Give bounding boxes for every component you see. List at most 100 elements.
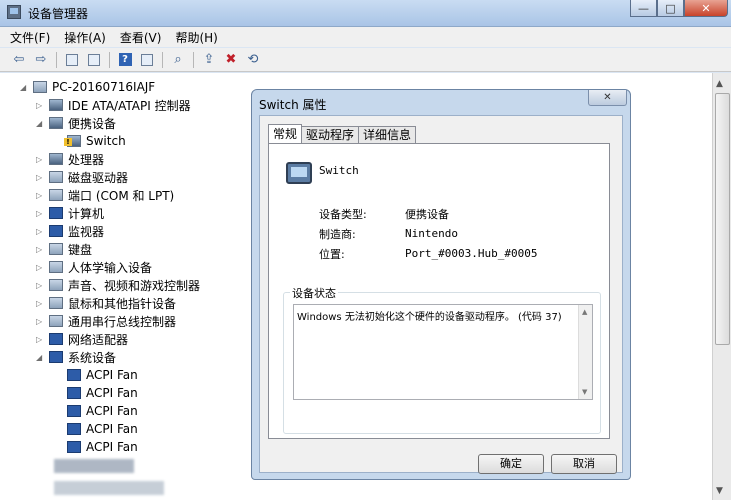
location-label: 位置:: [319, 248, 345, 261]
expand-icon[interactable]: ▷: [36, 173, 45, 182]
port-icon: [49, 189, 63, 201]
maximize-button[interactable]: □: [657, 0, 684, 17]
usb-icon: [49, 315, 63, 327]
uninstall-device-icon[interactable]: ⟲: [244, 52, 262, 68]
system-device-icon: [49, 351, 63, 363]
disk-drive-icon: [49, 171, 63, 183]
window-icon[interactable]: [63, 52, 81, 68]
ok-button[interactable]: 确定: [478, 454, 544, 474]
menu-file[interactable]: 文件(F): [10, 29, 50, 46]
scroll-down-icon[interactable]: ▼: [716, 486, 723, 496]
portable-device-icon: [286, 162, 312, 184]
update-driver-icon[interactable]: ⇪: [200, 52, 218, 68]
expand-icon[interactable]: ▷: [36, 191, 45, 200]
tree-item-acpi-fan[interactable]: ACPI Fan: [54, 438, 138, 456]
expand-icon[interactable]: ▷: [36, 317, 45, 326]
expand-icon[interactable]: ▷: [36, 299, 45, 308]
tree-item-computer[interactable]: ▷ 计算机: [36, 204, 104, 222]
collapse-icon[interactable]: ◢: [36, 119, 45, 128]
tab-general[interactable]: 常规: [268, 124, 303, 143]
hid-icon: [49, 261, 63, 273]
menu-view[interactable]: 查看(V): [120, 29, 162, 46]
expand-icon[interactable]: ▷: [36, 155, 45, 164]
collapse-icon[interactable]: ◢: [20, 83, 29, 92]
system-device-icon: [67, 441, 81, 453]
dialog-close-button[interactable]: ✕: [588, 90, 627, 106]
blurred-item: [54, 459, 134, 473]
forward-arrow-icon[interactable]: ⇨: [32, 52, 50, 68]
status-scrollbar[interactable]: ▲ ▼: [578, 305, 592, 399]
portable-device-icon: [49, 117, 63, 129]
menu-help[interactable]: 帮助(H): [175, 29, 217, 46]
mouse-icon: [49, 297, 63, 309]
system-device-icon: [67, 387, 81, 399]
blurred-item: [54, 481, 164, 495]
tree-item-hid[interactable]: ▷ 人体学输入设备: [36, 258, 152, 276]
tree-item-system[interactable]: ◢ 系统设备: [36, 348, 116, 366]
minimize-button[interactable]: —: [630, 0, 657, 17]
tree-item-sound[interactable]: ▷ 声音、视频和游戏控制器: [36, 276, 200, 294]
scroll-thumb[interactable]: [715, 93, 730, 345]
tree-item-keyboard[interactable]: ▷ 键盘: [36, 240, 92, 258]
expand-icon[interactable]: ▷: [36, 263, 45, 272]
tree-item-acpi-fan[interactable]: ACPI Fan: [54, 366, 138, 384]
system-device-icon: [67, 405, 81, 417]
tab-strip: 常规 驱动程序 详细信息: [268, 124, 417, 144]
monitor-icon: [49, 225, 63, 237]
properties-icon[interactable]: [85, 52, 103, 68]
device-type-value: 便携设备: [405, 208, 449, 221]
tree-item-acpi-fan[interactable]: ACPI Fan: [54, 402, 138, 420]
expand-icon[interactable]: ▷: [36, 245, 45, 254]
tree-item-ports[interactable]: ▷ 端口 (COM 和 LPT): [36, 186, 174, 204]
scroll-down-icon[interactable]: ▼: [582, 388, 587, 396]
device-status-group: 设备状态 Windows 无法初始化这个硬件的设备驱动程序。 (代码 37) ▲…: [283, 285, 601, 434]
expand-icon[interactable]: ▷: [36, 335, 45, 344]
tree-item-acpi-fan[interactable]: ACPI Fan: [54, 384, 138, 402]
keyboard-icon: [49, 243, 63, 255]
scroll-up-icon[interactable]: ▲: [716, 79, 723, 89]
cancel-button[interactable]: 取消: [551, 454, 617, 474]
tree-item-processor[interactable]: ▷ 处理器: [36, 150, 104, 168]
expand-icon[interactable]: ▷: [36, 101, 45, 110]
computer-icon: [33, 81, 47, 93]
scan-hardware-icon[interactable]: ⌕: [169, 52, 187, 68]
tree-item-switch[interactable]: Switch: [54, 132, 126, 150]
device-status-label: 设备状态: [290, 285, 338, 301]
location-value: Port_#0003.Hub_#0005: [405, 247, 538, 260]
tab-details[interactable]: 详细信息: [358, 126, 417, 143]
manufacturer-value: Nintendo: [405, 227, 458, 240]
computer-icon: [49, 207, 63, 219]
toolbar-separator: [162, 51, 163, 68]
vertical-scrollbar[interactable]: ▲ ▼: [712, 73, 731, 500]
tree-item-network[interactable]: ▷ 网络适配器: [36, 330, 128, 348]
tree-item-usb[interactable]: ▷ 通用串行总线控制器: [36, 312, 176, 330]
collapse-icon[interactable]: ◢: [36, 353, 45, 362]
ide-controller-icon: [49, 99, 63, 111]
back-arrow-icon[interactable]: ⇦: [10, 52, 28, 68]
tree-item-monitor[interactable]: ▷ 监视器: [36, 222, 104, 240]
toolbar-separator: [109, 51, 110, 68]
panel-icon[interactable]: [138, 52, 156, 68]
expand-icon[interactable]: ▷: [36, 227, 45, 236]
expand-icon[interactable]: ▷: [36, 281, 45, 290]
tab-driver[interactable]: 驱动程序: [301, 126, 360, 143]
expand-icon[interactable]: ▷: [36, 209, 45, 218]
disable-device-icon[interactable]: ✖: [222, 52, 240, 68]
processor-icon: [49, 153, 63, 165]
warning-device-icon: [64, 135, 81, 147]
tree-item-portable[interactable]: ◢ 便携设备: [36, 114, 116, 132]
device-type-label: 设备类型:: [319, 208, 367, 221]
close-button[interactable]: ✕: [684, 0, 728, 17]
tree-item-acpi-fan[interactable]: ACPI Fan: [54, 420, 138, 438]
device-status-textbox[interactable]: Windows 无法初始化这个硬件的设备驱动程序。 (代码 37) ▲ ▼: [293, 304, 593, 400]
menu-action[interactable]: 操作(A): [64, 29, 106, 46]
help-icon[interactable]: ?: [116, 52, 134, 68]
dialog-title: Switch 属性: [259, 98, 327, 112]
tree-item-disk[interactable]: ▷ 磁盘驱动器: [36, 168, 128, 186]
tree-item-ide[interactable]: ▷ IDE ATA/ATAPI 控制器: [36, 96, 191, 114]
tree-root[interactable]: ◢ PC-20160716IAJF: [20, 78, 155, 96]
toolbar-separator: [193, 51, 194, 68]
tree-item-mouse[interactable]: ▷ 鼠标和其他指针设备: [36, 294, 176, 312]
scroll-up-icon[interactable]: ▲: [582, 308, 587, 316]
device-manager-icon: [7, 5, 21, 19]
